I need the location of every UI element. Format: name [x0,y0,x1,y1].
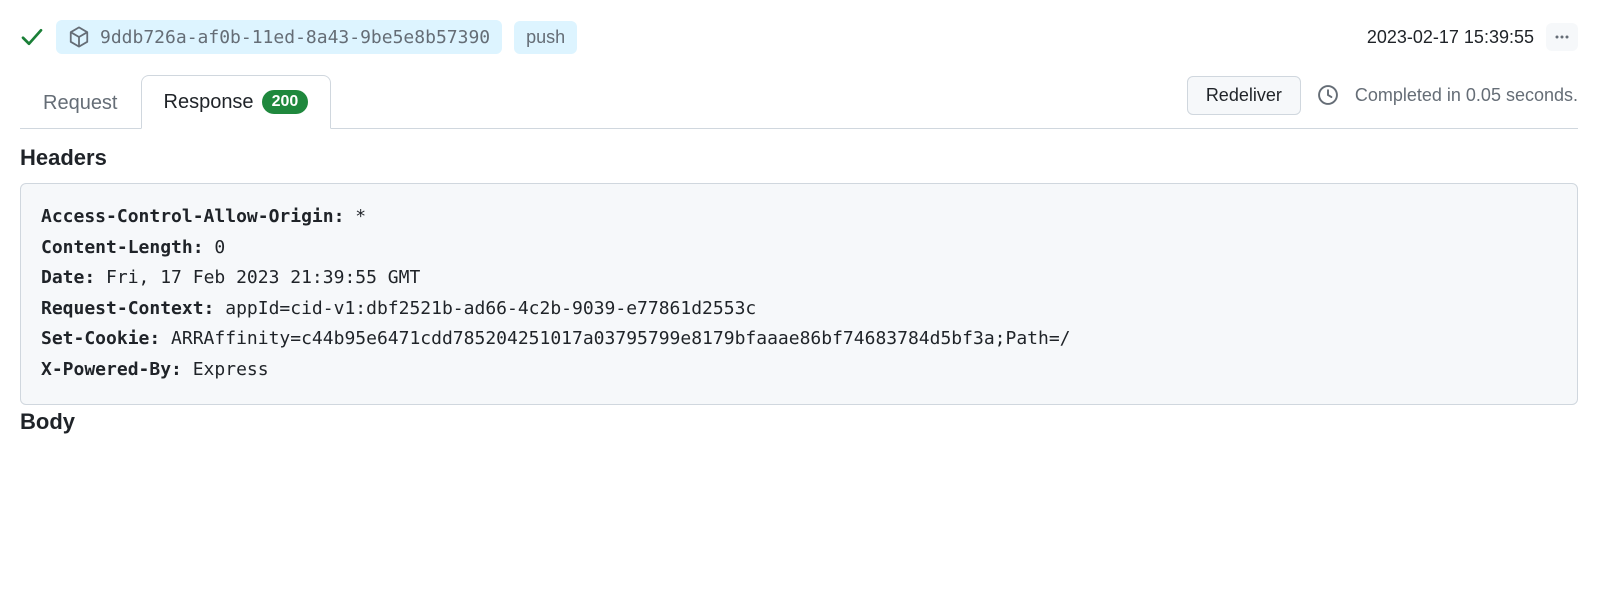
header-line: Access-Control-Allow-Origin: * [41,202,1557,233]
redeliver-button[interactable]: Redeliver [1187,76,1301,115]
tabs-right: Redeliver Completed in 0.05 seconds. [1187,76,1578,127]
check-icon [20,25,44,49]
header-value: ARRAffinity=c44b95e6471cdd785204251017a0… [171,328,1070,349]
header-line: Date: Fri, 17 Feb 2023 21:39:55 GMT [41,263,1557,294]
delivery-id-badge[interactable]: 9ddb726a-af0b-11ed-8a43-9be5e8b57390 [56,20,502,54]
event-badge: push [514,21,577,54]
header-key: Access-Control-Allow-Origin: [41,206,355,227]
kebab-icon [1554,29,1570,45]
delivery-header-right: 2023-02-17 15:39:55 [1367,23,1578,51]
header-key: Request-Context: [41,298,225,319]
status-badge: 200 [262,90,309,114]
package-icon [68,26,90,48]
body-section-title: Body [20,409,1578,435]
header-value: * [355,206,366,227]
header-value: appId=cid-v1:dbf2521b-ad66-4c2b-9039-e77… [225,298,756,319]
header-value: Fri, 17 Feb 2023 21:39:55 GMT [106,267,420,288]
header-key: Set-Cookie: [41,328,171,349]
clock-icon [1317,84,1339,106]
header-value: Express [193,359,269,380]
tabs-row: Request Response 200 Redeliver Completed… [20,74,1578,129]
header-key: Content-Length: [41,237,214,258]
header-key: Date: [41,267,106,288]
header-line: Request-Context: appId=cid-v1:dbf2521b-a… [41,294,1557,325]
header-key: X-Powered-By: [41,359,193,380]
tab-response[interactable]: Response 200 [141,75,332,129]
delivery-timestamp: 2023-02-17 15:39:55 [1367,27,1534,48]
headers-section-title: Headers [20,145,1578,171]
delivery-header: 9ddb726a-af0b-11ed-8a43-9be5e8b57390 pus… [20,20,1578,54]
tab-response-label: Response [164,91,254,114]
header-line: X-Powered-By: Express [41,355,1557,386]
header-value: 0 [214,237,225,258]
delivery-id: 9ddb726a-af0b-11ed-8a43-9be5e8b57390 [100,27,490,48]
tabs: Request Response 200 [20,74,331,128]
tab-request-label: Request [43,92,118,115]
more-options-button[interactable] [1546,23,1578,51]
completed-text: Completed in 0.05 seconds. [1355,85,1578,106]
header-line: Set-Cookie: ARRAffinity=c44b95e6471cdd78… [41,324,1557,355]
delivery-header-left: 9ddb726a-af0b-11ed-8a43-9be5e8b57390 pus… [20,20,577,54]
headers-box: Access-Control-Allow-Origin: *Content-Le… [20,183,1578,405]
header-line: Content-Length: 0 [41,233,1557,264]
tab-request[interactable]: Request [20,77,141,129]
